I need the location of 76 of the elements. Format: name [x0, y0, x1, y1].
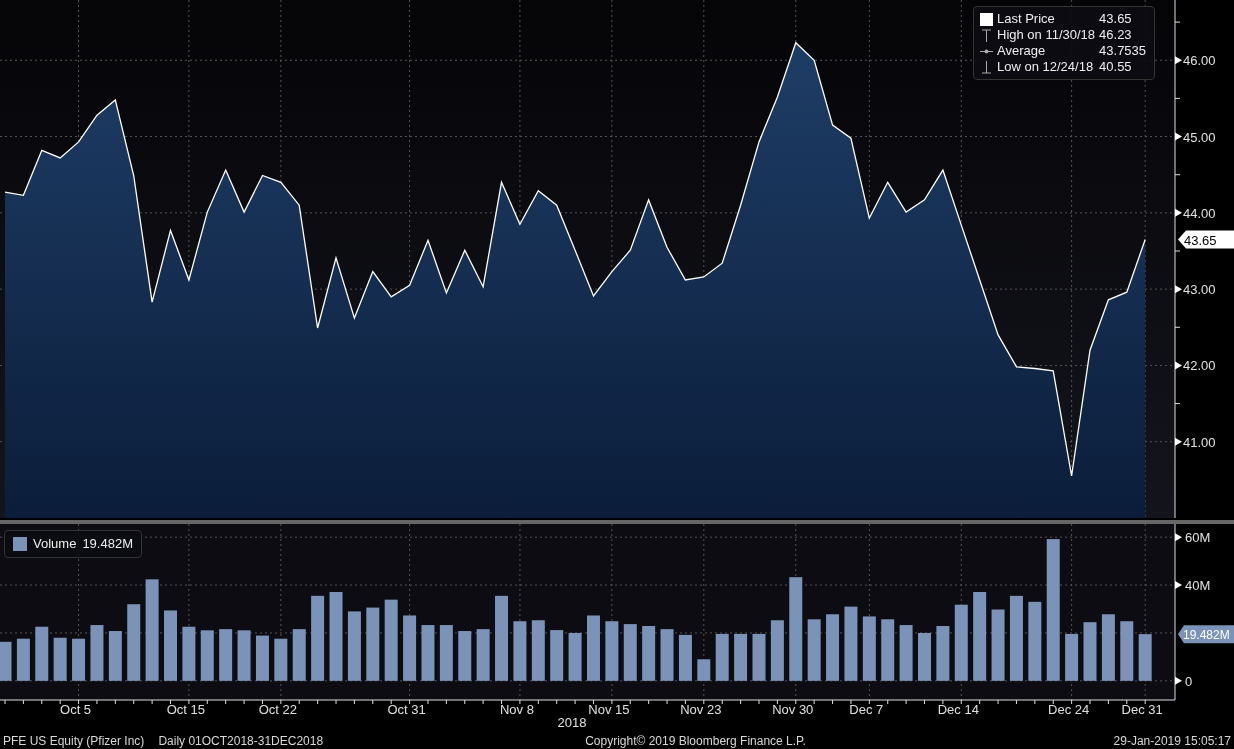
volume-axis-label: 40M — [1185, 578, 1211, 594]
high-marker-icon — [980, 28, 993, 42]
volume-bar — [182, 626, 196, 681]
volume-bar — [403, 615, 417, 681]
volume-bar — [274, 638, 288, 681]
square-icon — [980, 12, 993, 26]
volume-swatch-icon — [13, 537, 27, 551]
volume-bar — [421, 625, 435, 681]
legend-value: 19.482M — [82, 536, 133, 552]
volume-bar — [1065, 633, 1079, 681]
tick-arrow-icon — [1175, 533, 1182, 542]
volume-bar — [219, 629, 233, 681]
volume-bar — [826, 614, 840, 681]
date-axis-label: Oct 5 — [60, 702, 92, 717]
date-axis-label: Nov 8 — [499, 702, 534, 717]
volume-bar — [72, 638, 86, 681]
date-axis-label: Nov 23 — [680, 702, 722, 717]
volume-bar — [550, 630, 564, 681]
legend-value: 46.23 — [1099, 27, 1133, 43]
tick-arrow-icon — [1175, 437, 1182, 446]
average-marker-icon — [980, 47, 993, 55]
last-price-tag: 43.65 — [1178, 230, 1234, 249]
volume-bar — [881, 619, 895, 681]
volume-bar — [605, 621, 619, 681]
price-axis-label: 44.00 — [1183, 205, 1216, 221]
volume-bar — [697, 659, 711, 681]
volume-bar — [458, 631, 472, 681]
volume-bar — [936, 626, 950, 681]
volume-bar — [918, 632, 931, 681]
tick-arrow-icon — [1175, 581, 1182, 590]
price-axis-label: 46.00 — [1183, 53, 1216, 69]
legend-label: Low on 12/24/18 — [997, 59, 1095, 75]
legend-value: 43.7535 — [1099, 43, 1147, 59]
volume-bar — [35, 626, 49, 681]
price-axis-label: 42.00 — [1183, 358, 1216, 374]
volume-axis-label: 0 — [1185, 673, 1193, 689]
last-volume-tag: 19.482M — [1178, 625, 1234, 644]
tick-arrow-icon — [1175, 361, 1182, 370]
date-axis-label: Oct 31 — [387, 702, 426, 717]
date-axis-label: Oct 15 — [166, 702, 206, 717]
tick-arrow-icon — [1175, 285, 1182, 294]
tick-arrow-icon — [1175, 132, 1182, 141]
price-axis-label: 41.00 — [1183, 434, 1216, 450]
tick-arrow-icon — [1175, 56, 1182, 65]
timestamp: 29-Jan-2019 15:05:17 — [1113, 733, 1231, 748]
tick-arrow-icon — [1175, 208, 1182, 217]
date-axis-label: Nov 30 — [772, 702, 814, 717]
tick-arrow-icon — [1175, 676, 1182, 685]
legend-label: Average — [997, 43, 1047, 59]
price-axis-label: 45.00 — [1183, 129, 1216, 145]
date-axis-label: Dec 7 — [849, 702, 884, 717]
volume-bar — [642, 626, 656, 681]
volume-bar — [734, 633, 748, 681]
low-marker-icon — [980, 60, 993, 74]
date-axis-label: Oct 22 — [258, 702, 297, 717]
copyright-text: Copyright© 2019 Bloomberg Finance L.P. — [585, 733, 806, 748]
period-label: Daily 01OCT2018-31DEC2018 — [158, 733, 324, 748]
volume-bar — [513, 621, 527, 681]
legend-label: High on 11/30/18 — [997, 27, 1096, 43]
volume-bar — [164, 610, 177, 681]
security-name: PFE US Equity (Pfizer Inc) — [3, 733, 145, 748]
volume-bar — [0, 641, 12, 681]
legend-label: Volume — [33, 536, 77, 552]
year-label: 2018 — [557, 715, 587, 730]
date-axis-label: Dec 31 — [1121, 702, 1163, 717]
volume-bar — [1120, 621, 1134, 681]
legend-value: 43.65 — [1099, 11, 1133, 27]
date-axis-label: Dec 14 — [937, 702, 979, 717]
volume-axis-label: 60M — [1185, 530, 1211, 546]
legend-label: Last Price — [997, 11, 1056, 27]
volume-bar — [90, 625, 104, 681]
price-axis-label: 43.00 — [1183, 282, 1216, 298]
volume-bar — [752, 633, 766, 681]
legend-value: 40.55 — [1099, 59, 1133, 75]
date-axis-label: Nov 15 — [588, 702, 630, 717]
date-axis-label: Dec 24 — [1048, 702, 1090, 717]
